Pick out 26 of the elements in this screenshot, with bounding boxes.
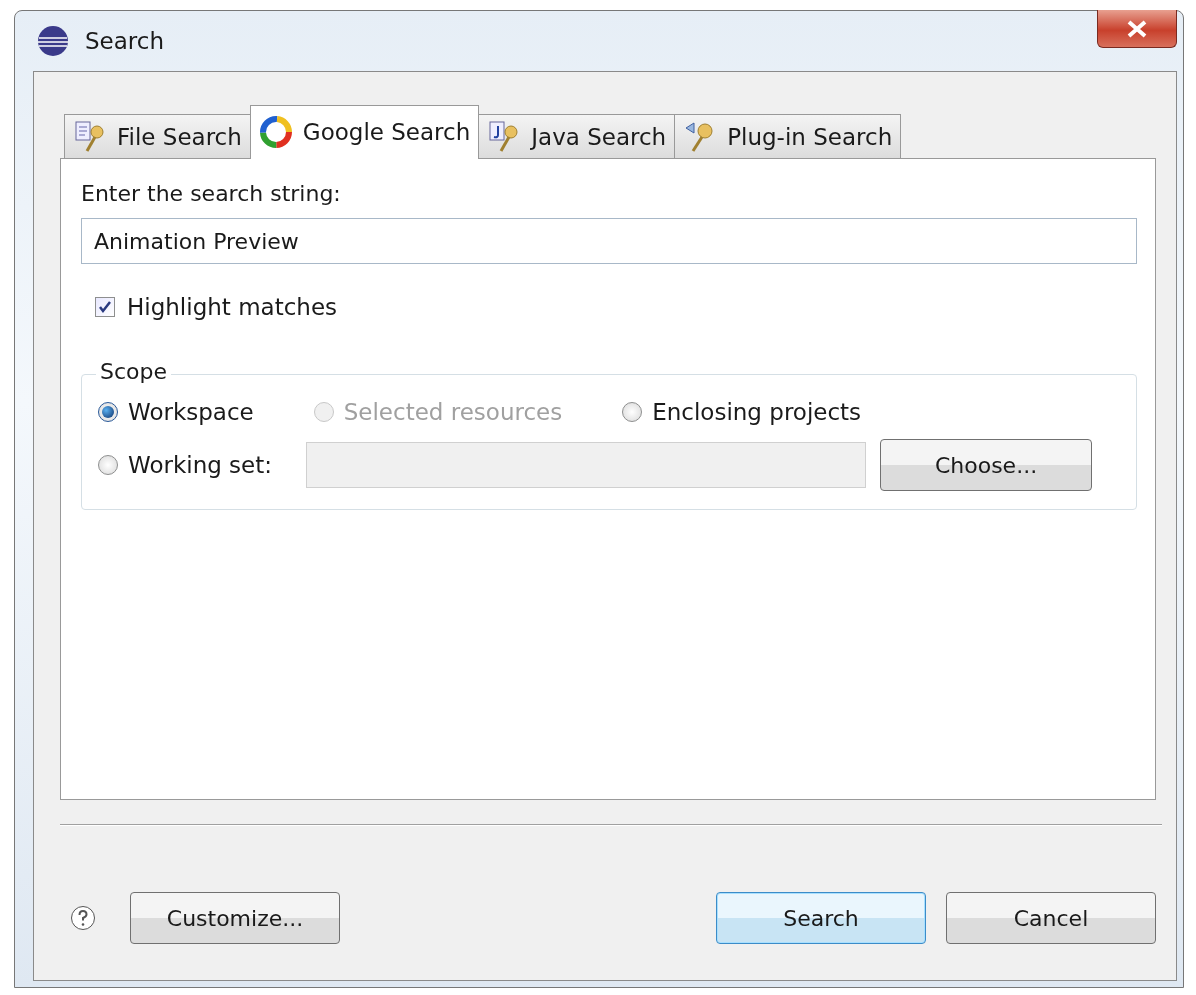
swirl-icon bbox=[258, 115, 293, 149]
scope-radio[interactable]: Working set: bbox=[98, 452, 273, 478]
radio-dot[interactable] bbox=[98, 455, 118, 475]
working-set-field[interactable] bbox=[306, 442, 867, 488]
search-string-label: Enter the search string: bbox=[81, 181, 342, 206]
radio-dot[interactable] bbox=[622, 402, 643, 422]
checkbox[interactable] bbox=[95, 297, 115, 317]
scope-radio[interactable]: Workspace bbox=[98, 399, 254, 425]
dialog-button[interactable]: Search bbox=[716, 892, 926, 944]
scope-radio[interactable]: Enclosing projects bbox=[622, 399, 862, 425]
radio-dot[interactable] bbox=[98, 402, 118, 422]
tab[interactable]: Plug-in Search bbox=[674, 114, 902, 158]
tab[interactable]: Google Search bbox=[249, 105, 480, 159]
customize-button[interactable]: Customize... bbox=[130, 892, 340, 944]
highlight-checkbox[interactable]: Highlight matches bbox=[95, 294, 1137, 320]
tab[interactable]: File Search bbox=[64, 114, 251, 158]
window-title: Search bbox=[85, 28, 165, 54]
file-key-icon bbox=[73, 119, 107, 154]
search-field[interactable]: Animation Preview bbox=[81, 218, 1137, 264]
choose-button[interactable]: Choose... bbox=[880, 439, 1093, 491]
tab[interactable]: Java Search bbox=[478, 114, 676, 158]
checkmark-icon bbox=[98, 300, 112, 314]
close-button[interactable] bbox=[1097, 10, 1177, 48]
help-icon[interactable] bbox=[70, 905, 96, 931]
dialog-button[interactable]: Cancel bbox=[946, 892, 1156, 944]
sphere-icon bbox=[37, 25, 69, 57]
